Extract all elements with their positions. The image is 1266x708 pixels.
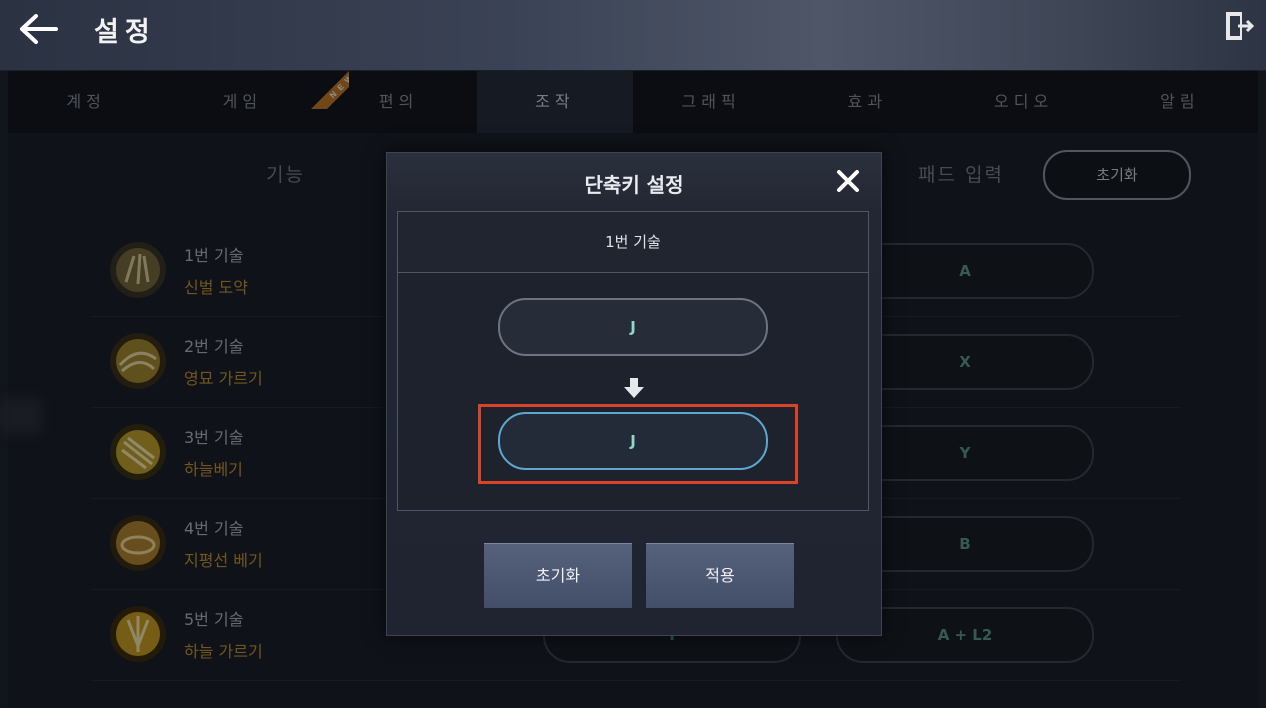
page-title: 설정: [94, 17, 156, 48]
dialog-title: 단축키 설정: [584, 173, 684, 197]
apply-button[interactable]: 적용: [646, 543, 794, 608]
arrow-down-icon: [624, 378, 644, 398]
shortcut-settings-dialog: 단축키 설정 1번 기술 J J 초기화 적용: [386, 152, 882, 636]
current-key-display: J: [498, 298, 768, 356]
exit-door-icon[interactable]: [1222, 10, 1254, 42]
highlight-box: [478, 404, 798, 484]
close-icon[interactable]: [835, 168, 861, 194]
key-change-panel: 1번 기술 J J: [397, 211, 869, 511]
top-bar: 설정: [0, 0, 1266, 70]
arrow-left-icon[interactable]: [18, 12, 58, 46]
selected-skill-label: 1번 기술: [398, 212, 868, 273]
reset-button[interactable]: 초기화: [484, 543, 632, 608]
